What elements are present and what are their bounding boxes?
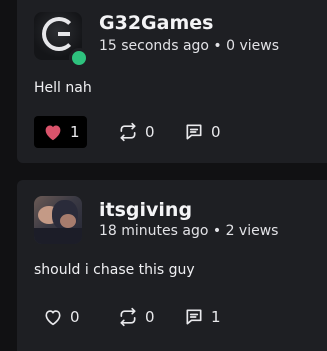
post-card[interactable]: itsgiving 18 minutes ago • 2 views shoul…: [17, 180, 327, 351]
post-feed: G32Games 15 seconds ago • 0 views Hell n…: [0, 0, 327, 351]
post-text: should i chase this guy: [34, 262, 195, 278]
comment-icon: [186, 309, 202, 325]
comment-button[interactable]: 0: [180, 116, 225, 148]
avatar[interactable]: [34, 196, 82, 244]
logo-bar: [58, 32, 70, 36]
repost-button[interactable]: 0: [114, 116, 159, 148]
post-meta: 15 seconds ago • 0 views: [99, 38, 280, 54]
repost-button[interactable]: 0: [114, 301, 159, 333]
comment-button[interactable]: 1: [180, 301, 225, 333]
like-button[interactable]: 1: [34, 116, 87, 148]
comment-icon: [186, 124, 202, 140]
post-text: Hell nah: [34, 80, 92, 96]
comment-count: 0: [211, 123, 221, 141]
username[interactable]: G32Games: [99, 12, 213, 34]
heart-outline-icon: [45, 310, 61, 326]
repost-count: 0: [145, 123, 155, 141]
post-card[interactable]: G32Games 15 seconds ago • 0 views Hell n…: [17, 0, 327, 163]
online-status-dot: [69, 48, 89, 68]
username[interactable]: itsgiving: [99, 199, 192, 221]
heart-icon: [45, 125, 61, 141]
repost-icon: [120, 122, 136, 142]
like-count: 0: [70, 308, 80, 326]
photo-shape: [34, 228, 82, 244]
repost-count: 0: [145, 308, 155, 326]
comment-count: 1: [211, 308, 221, 326]
post-actions: 1 0 0: [34, 116, 304, 148]
repost-icon: [120, 307, 136, 327]
post-meta: 18 minutes ago • 2 views: [99, 223, 279, 239]
like-count: 1: [70, 123, 80, 141]
like-button[interactable]: 0: [34, 301, 87, 333]
photo-shape: [60, 214, 76, 228]
post-actions: 0 0 1: [34, 301, 304, 333]
